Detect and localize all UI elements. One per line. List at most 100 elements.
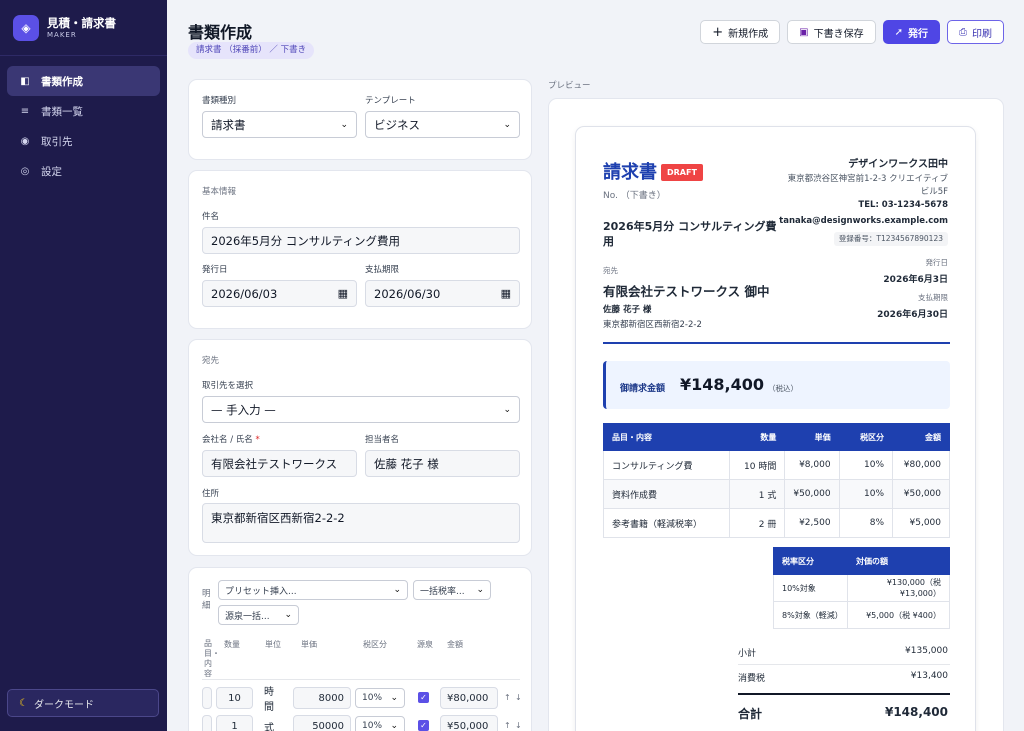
table-row: 資料作成費 1 式 ¥50,000 10% ¥50,000 — [602, 479, 950, 509]
tax-value: ¥5,000（税 ¥400） — [847, 601, 950, 629]
item-name-input[interactable] — [202, 715, 212, 731]
due-date-input[interactable]: 2026/06/30 ▦ — [365, 280, 520, 307]
preset-select[interactable]: プリセット挿入... ⌄ — [218, 580, 408, 600]
bulk-withholding-placeholder: 源泉一括... — [225, 611, 270, 622]
table-header-qty: 数量 — [729, 423, 786, 451]
client-select-value: — 手入力 — — [211, 402, 276, 417]
items-table: 品目・内容 数量 単価 税区分 金額 コンサルティング費 10 時間 ¥8,00… — [602, 423, 950, 538]
recipient-contact: 佐藤 花子 様 — [603, 305, 652, 315]
column-header-item: 品目・内容 — [204, 639, 220, 678]
item-tax: 10% — [838, 450, 894, 480]
issuer-address-1: 東京都渋谷区神宮前1-2-3 クリエイティブ — [787, 174, 948, 184]
preview-label: プレビュー — [548, 81, 591, 91]
move-up-icon[interactable]: ↑ — [504, 693, 511, 702]
sidebar-item-clients[interactable]: ◉ 取引先 — [7, 126, 160, 156]
move-down-icon[interactable]: ↓ — [515, 721, 522, 730]
template-select[interactable]: ビジネス ⌄ — [365, 111, 520, 138]
table-row: 10%対象 ¥130,000（税 ¥13,000） — [773, 574, 950, 602]
tax-value: 10% — [362, 721, 383, 731]
subtotal-value: ¥135,000 — [905, 646, 948, 656]
app-logo-icon: ◈ — [13, 15, 39, 41]
bulk-tax-select[interactable]: 一括税率... ⌄ — [413, 580, 491, 600]
total-box: 御請求金額 ¥148,400 （税込） — [603, 361, 950, 409]
total-label: 御請求金額 — [620, 384, 666, 394]
company-input[interactable]: 有限会社テストワークス — [202, 450, 357, 477]
withholding-checkbox[interactable]: ✓ — [418, 692, 429, 703]
grand-total-value: ¥148,400 — [884, 705, 948, 719]
template-value: ビジネス — [374, 117, 420, 132]
sidebar-item-list[interactable]: ≡ 書類一覧 — [7, 96, 160, 126]
tax-select[interactable]: 10% ⌄ — [355, 688, 405, 708]
calendar-icon[interactable]: ▦ — [501, 287, 511, 300]
header-rule — [603, 342, 950, 344]
client-select-label: 取引先を選択 — [202, 381, 254, 391]
item-amount: ¥50,000 — [892, 479, 950, 509]
line-items-card: 明細 プリセット挿入... ⌄ 一括税率... ⌄ 源泉一括... ⌄ 品目・内容 数… — [188, 567, 532, 731]
doc-type-value: 請求書 — [211, 117, 246, 132]
print-button[interactable]: ⎙ 印刷 — [947, 20, 1004, 44]
bulk-tax-placeholder: 一括税率... — [420, 586, 465, 597]
tax-header-value: 対価の額 — [847, 547, 950, 575]
issue-date: 2026年6月3日 — [883, 275, 948, 285]
move-down-icon[interactable]: ↓ — [515, 693, 522, 702]
unit-input[interactable]: 式 — [257, 715, 289, 731]
sidebar-item-settings[interactable]: ◎ 設定 — [7, 156, 160, 186]
subject-input[interactable]: 2026年5月分 コンサルティング費用 — [202, 227, 520, 254]
issue-label: 発行 — [908, 28, 928, 40]
doc-title: 請求書 — [603, 162, 657, 183]
chevron-down-icon: ⌄ — [340, 119, 348, 130]
move-up-icon[interactable]: ↑ — [504, 721, 511, 730]
issuer-email: tanaka@designworks.example.com — [779, 216, 948, 226]
table-row: 参考書籍（軽減税率） 2 冊 ¥2,500 8% ¥5,000 — [602, 508, 950, 538]
tax-select[interactable]: 10% ⌄ — [355, 716, 405, 731]
item-name-input[interactable] — [202, 687, 212, 709]
issuer-address-2: ビル5F — [920, 187, 948, 197]
client-select[interactable]: — 手入力 — ⌄ — [202, 396, 520, 423]
save-draft-label: 下書き保存 — [813, 28, 864, 40]
qty-input[interactable]: 10 — [216, 687, 253, 709]
issuer-tel: TEL: 03-1234-5678 — [858, 200, 948, 210]
rocket-icon: ➚ — [894, 26, 903, 38]
doc-type-select[interactable]: 請求書 ⌄ — [202, 111, 357, 138]
recipient-label: 宛先 — [603, 266, 618, 275]
template-label: テンプレート — [365, 96, 416, 106]
draft-badge: DRAFT — [661, 164, 703, 181]
issue-date-value: 2026/06/03 — [211, 286, 278, 301]
address-textarea[interactable]: 東京都新宿区西新宿2-2-2 — [202, 503, 520, 543]
issue-date-label: 発行日 — [202, 265, 228, 275]
contact-input[interactable]: 佐藤 花子 様 — [365, 450, 520, 477]
destination-heading: 宛先 — [202, 356, 220, 366]
sidebar-nav: ◧ 書類作成 ≡ 書類一覧 ◉ 取引先 ◎ 設定 — [0, 56, 167, 196]
tax-category: 8%対象（軽減） — [773, 601, 848, 629]
sidebar-item-label: 取引先 — [41, 135, 73, 148]
subtotal-label: 小計 — [738, 649, 757, 659]
issue-date-input[interactable]: 2026/06/03 ▦ — [202, 280, 357, 307]
recipient-address: 東京都新宿区西新宿2-2-2 — [603, 320, 702, 330]
bulk-withholding-select[interactable]: 源泉一括... ⌄ — [218, 605, 299, 625]
calendar-icon[interactable]: ▦ — [338, 287, 348, 300]
sidebar-item-label: 書類作成 — [41, 75, 83, 88]
item-amount: ¥80,000 — [892, 450, 950, 480]
tax-label: 消費税 — [738, 674, 766, 684]
table-row: コンサルティング費 10 時間 ¥8,000 10% ¥80,000 — [602, 450, 950, 480]
save-draft-button[interactable]: ▣ 下書き保存 — [787, 20, 876, 44]
column-header-price: 単価 — [301, 640, 317, 649]
totals-divider — [738, 664, 950, 665]
unit-input[interactable]: 時間 — [257, 687, 289, 713]
item-qty: 2 冊 — [729, 508, 786, 538]
withholding-checkbox[interactable]: ✓ — [418, 720, 429, 731]
address-label: 住所 — [202, 489, 220, 499]
price-input[interactable]: 8000 — [293, 687, 351, 709]
qty-input[interactable]: 1 — [216, 715, 253, 731]
sidebar-item-create[interactable]: ◧ 書類作成 — [7, 66, 160, 96]
issue-button[interactable]: ➚ 発行 — [882, 20, 940, 44]
new-document-button[interactable]: + 新規作成 — [700, 20, 781, 44]
price-input[interactable]: 50000 — [293, 715, 351, 731]
plus-icon: + — [712, 24, 724, 40]
brand: ◈ 見積・請求書 MAKER — [0, 0, 167, 56]
company-label: 会社名 / 氏名 * — [202, 433, 260, 445]
dark-mode-button[interactable]: ☾ ダークモード — [7, 689, 159, 717]
registration-number: 登録番号：T1234567890123 — [833, 232, 948, 246]
table-header-item: 品目・内容 — [602, 423, 731, 451]
tax-category: 10%対象 — [773, 574, 848, 602]
